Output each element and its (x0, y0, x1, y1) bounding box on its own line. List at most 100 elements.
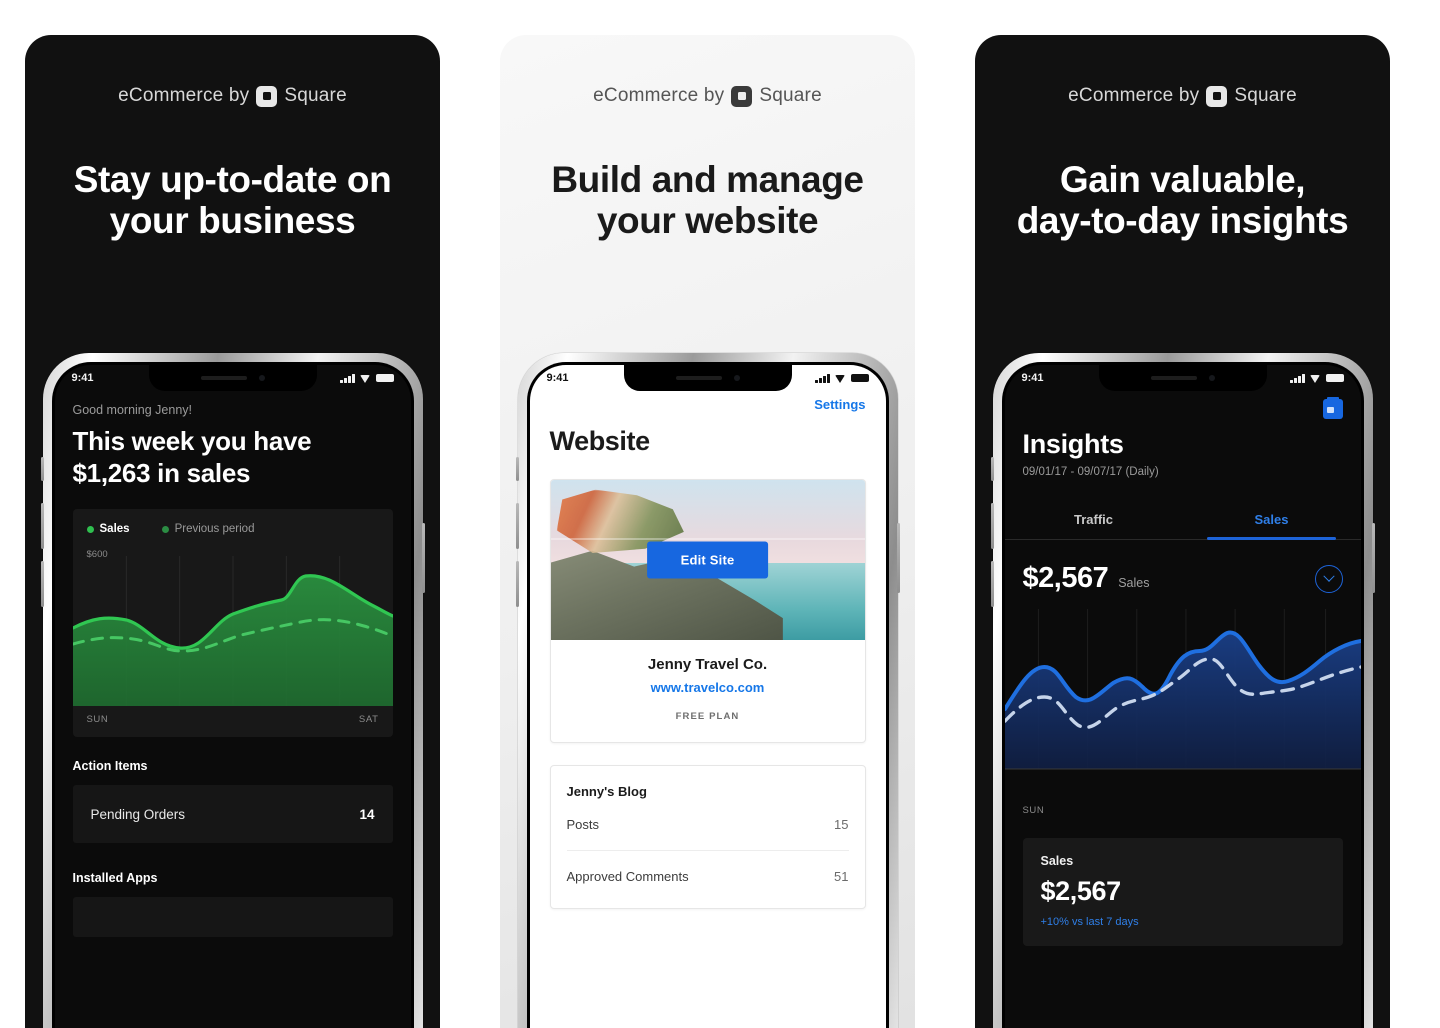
status-icons (1290, 373, 1344, 383)
chevron-down-circle-icon[interactable] (1314, 564, 1343, 593)
headline-line-2: your website (596, 200, 819, 242)
kpi-label: Sales (1118, 576, 1150, 590)
insights-area-chart (1004, 609, 1361, 799)
chart-x-axis-start: SUN (1022, 805, 1045, 816)
status-icons (815, 373, 869, 383)
wifi-icon (834, 374, 846, 383)
power-button[interactable] (896, 523, 900, 593)
square-logo-icon (256, 85, 278, 107)
signal-bars-icon (340, 373, 355, 383)
sales-area-chart (72, 556, 393, 707)
page-title: Insights (1022, 429, 1124, 459)
status-time: 9:41 (546, 372, 569, 384)
blog-row-value: 51 (834, 869, 849, 884)
site-meta: Jenny Travel Co. www.travelco.com FREE P… (551, 640, 865, 742)
blog-card: Jenny's Blog Posts 15 Approved Comments … (549, 765, 866, 909)
greeting-text: Good morning Jenny! (72, 403, 193, 417)
edit-site-button[interactable]: Edit Site (646, 541, 769, 579)
legend-dot-icon (161, 525, 169, 533)
brand-name: Square (1234, 85, 1297, 106)
panel-headline: Stay up-to-date on your business (25, 159, 440, 242)
status-time: 9:41 (71, 372, 94, 384)
sales-card-value: $2,567 (1040, 876, 1122, 906)
action-item-row[interactable]: Pending Orders 14 (72, 785, 393, 844)
square-logo-icon (731, 85, 753, 107)
volume-up-button[interactable] (515, 503, 519, 549)
chart-legend: Sales Previous period (73, 521, 393, 535)
phone-screen: 9:41 Insights 09/01/17 - 09/07/17 (Daily… (1004, 365, 1361, 1028)
sales-card-delta: +10% vs last 7 days (1040, 916, 1139, 928)
action-items-title: Action Items (72, 759, 148, 774)
signal-bars-icon (1290, 373, 1305, 383)
volume-down-button[interactable] (990, 561, 994, 607)
battery-icon (375, 373, 394, 383)
power-button[interactable] (1371, 523, 1375, 593)
blog-title: Jenny's Blog (566, 784, 647, 799)
installed-apps-title: Installed Apps (72, 871, 158, 886)
calendar-icon (1322, 397, 1343, 419)
brand-prefix: eCommerce by (1068, 85, 1200, 106)
tab-traffic[interactable]: Traffic (1005, 502, 1183, 539)
website-content: Settings Website Edit Site Jenny Travel … (530, 391, 886, 909)
status-bar: 9:41 (530, 365, 886, 391)
blog-row-value: 15 (834, 817, 849, 832)
device-mockup-1: 9:41 Good morning Jenny! This week you h… (40, 353, 425, 1028)
installed-apps-row[interactable] (72, 897, 393, 938)
tab-sales[interactable]: Sales (1183, 502, 1361, 540)
volume-down-button[interactable] (515, 561, 519, 607)
phone-frame: 9:41 Good morning Jenny! This week you h… (40, 353, 425, 1028)
site-url-link[interactable]: www.travelco.com (561, 680, 855, 695)
phone-bezel: 9:41 Good morning Jenny! This week you h… (51, 362, 414, 1028)
preview-panel-1: eCommerce by Square Stay up-to-date on y… (25, 35, 440, 1028)
dashboard-content: Good morning Jenny! This week you have $… (55, 391, 411, 938)
preview-panel-3: eCommerce by Square Gain valuable, day-t… (975, 35, 1390, 1028)
square-logo-icon (1206, 85, 1228, 107)
blog-row-comments[interactable]: Approved Comments 51 (566, 850, 849, 902)
headline-line-1: Gain valuable, (1059, 159, 1306, 200)
sales-card-title: Sales (1040, 854, 1074, 868)
phone-bezel: 9:41 Settings Website Edit Site Jenny Tr… (526, 362, 889, 1028)
mute-switch[interactable] (40, 457, 44, 481)
x-axis-end-label: SAT (358, 714, 379, 726)
sales-headline-line-1: This week you have (72, 426, 312, 456)
mute-switch[interactable] (990, 457, 994, 481)
phone-frame: 9:41 Settings Website Edit Site Jenny Tr… (515, 353, 900, 1028)
insights-tabs: Traffic Sales (1004, 502, 1361, 540)
action-item-value: 14 (359, 806, 375, 822)
preview-panel-2: eCommerce by Square Build and manage you… (500, 35, 915, 1028)
device-mockup-2: 9:41 Settings Website Edit Site Jenny Tr… (515, 353, 900, 1028)
phone-screen: 9:41 Good morning Jenny! This week you h… (54, 365, 411, 1028)
site-hero-image: Edit Site (550, 480, 865, 640)
site-name: Jenny Travel Co. (647, 656, 768, 673)
calendar-button[interactable] (1005, 391, 1361, 419)
legend-item-sales: Sales (86, 523, 130, 536)
chart-x-axis: SUN SAT (73, 706, 393, 737)
wifi-icon (359, 374, 371, 383)
sales-summary-card[interactable]: Sales $2,567 +10% vs last 7 days (1022, 838, 1343, 946)
status-bar: 9:41 (55, 365, 411, 391)
legend-label-sales: Sales (99, 523, 130, 536)
power-button[interactable] (421, 523, 425, 593)
volume-up-button[interactable] (990, 503, 994, 549)
volume-up-button[interactable] (40, 503, 44, 549)
sales-headline-line-2: $1,263 in sales (72, 457, 251, 488)
headline-line-1: Build and manage (551, 159, 864, 200)
sales-summary-headline: This week you have $1,263 in sales (73, 426, 393, 489)
blog-row-label: Approved Comments (566, 869, 689, 884)
blog-row-label: Posts (566, 817, 600, 832)
blog-row-posts[interactable]: Posts 15 (567, 799, 849, 850)
volume-down-button[interactable] (40, 561, 44, 607)
mute-switch[interactable] (515, 457, 519, 481)
sales-chart-card[interactable]: Sales Previous period $600 SUN SAT (72, 509, 393, 738)
page-title: Website (549, 426, 651, 456)
settings-link[interactable]: Settings (550, 391, 865, 412)
hero-horizon (550, 537, 865, 540)
brand-prefix: eCommerce by (593, 85, 725, 106)
brand-lockup: eCommerce by Square (500, 85, 915, 107)
wifi-icon (1309, 374, 1321, 383)
status-icons (340, 373, 394, 383)
kpi-amount: $2,567 (1022, 562, 1109, 594)
x-axis-start-label: SUN (86, 714, 109, 726)
date-range-label: 09/01/17 - 09/07/17 (Daily) (1022, 466, 1159, 478)
battery-icon (850, 373, 869, 383)
